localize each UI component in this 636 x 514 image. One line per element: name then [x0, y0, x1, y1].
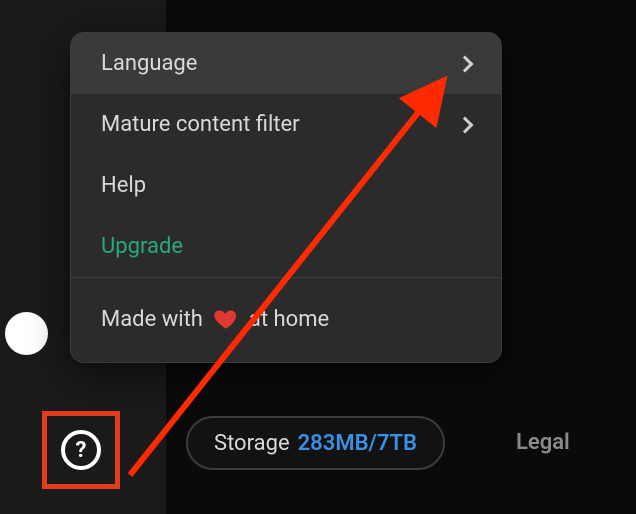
- chevron-right-icon: [457, 55, 474, 72]
- menu-item-label: Mature content filter: [101, 112, 300, 137]
- menu-item-label: Help: [101, 173, 146, 198]
- help-button[interactable]: ?: [61, 430, 101, 470]
- menu-footer: Made with at home: [71, 278, 501, 362]
- menu-item-upgrade[interactable]: Upgrade: [71, 216, 501, 277]
- settings-popup-menu: Language Mature content filter Help Upgr…: [70, 32, 502, 363]
- chevron-right-icon: [457, 116, 474, 133]
- avatar: [5, 312, 48, 355]
- storage-value: 283MB/7TB: [298, 431, 417, 456]
- footer-prefix: Made with: [101, 307, 203, 332]
- menu-item-help[interactable]: Help: [71, 155, 501, 216]
- question-mark-icon: ?: [76, 438, 87, 463]
- heart-icon: [213, 306, 239, 332]
- menu-item-label: Upgrade: [101, 234, 183, 259]
- menu-item-label: Language: [101, 51, 197, 76]
- storage-indicator[interactable]: Storage 283MB/7TB: [186, 416, 445, 470]
- annotation-highlight-box: ?: [42, 411, 120, 489]
- menu-item-language[interactable]: Language: [71, 33, 501, 94]
- legal-link[interactable]: Legal: [516, 430, 570, 455]
- menu-item-mature-content-filter[interactable]: Mature content filter: [71, 94, 501, 155]
- footer-suffix: at home: [249, 307, 329, 332]
- legal-label: Legal: [516, 430, 570, 455]
- storage-label: Storage: [214, 431, 290, 456]
